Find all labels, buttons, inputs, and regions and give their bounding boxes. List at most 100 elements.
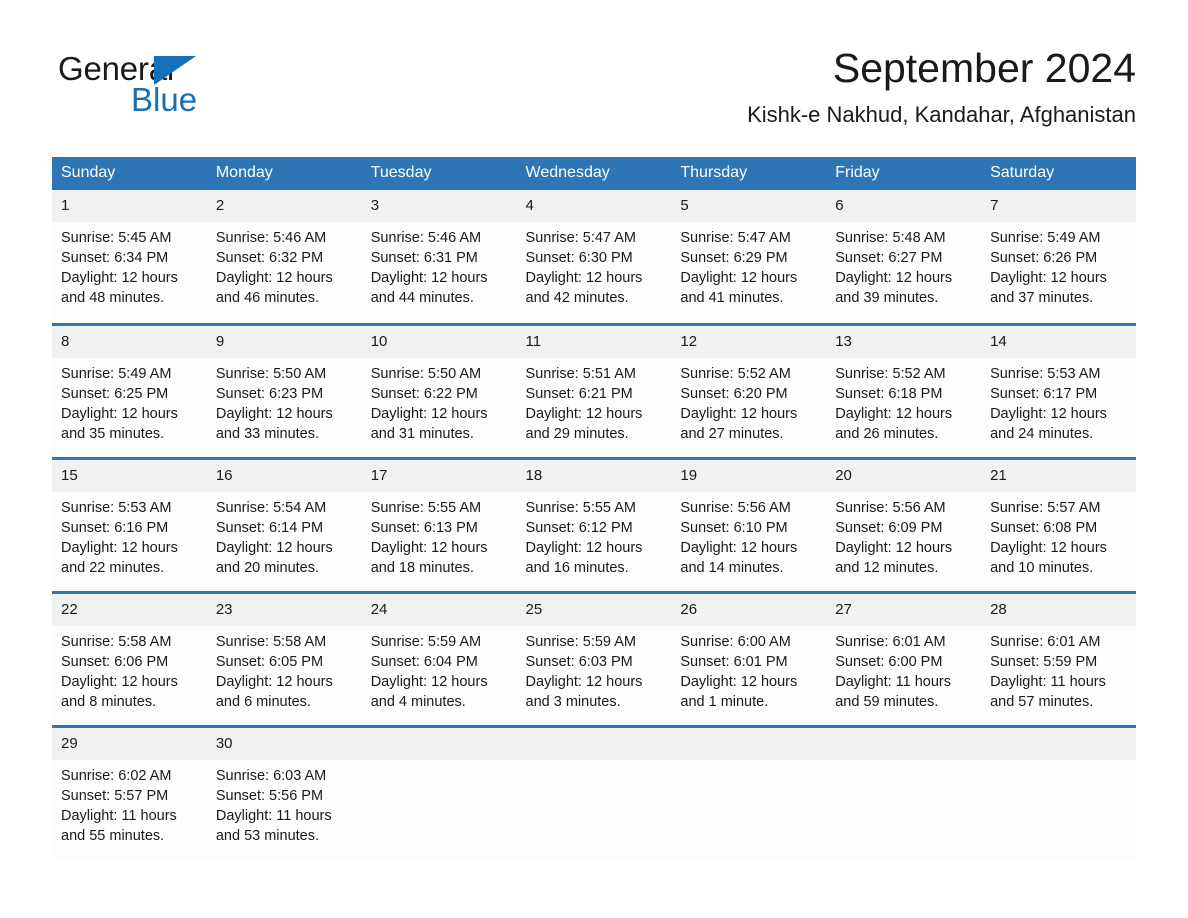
day-cell[interactable]: 9 Sunrise: 5:50 AM Sunset: 6:23 PM Dayli… [206, 322, 362, 458]
day-info: Sunrise: 5:47 AM Sunset: 6:29 PM Dayligh… [671, 222, 826, 308]
daylight-text-line1: Daylight: 12 hours [215, 673, 333, 690]
day-cell[interactable]: 20 Sunrise: 5:56 AM Sunset: 6:09 PM Dayl… [826, 456, 982, 592]
day-info: Sunrise: 5:46 AM Sunset: 6:31 PM Dayligh… [362, 222, 517, 308]
day-info [981, 760, 1136, 766]
calendar-week-row: 22 Sunrise: 5:58 AM Sunset: 6:06 PM Dayl… [52, 590, 1136, 726]
day-cell[interactable]: 22 Sunrise: 5:58 AM Sunset: 6:06 PM Dayl… [52, 590, 207, 726]
day-cell[interactable]: 29 Sunrise: 6:02 AM Sunset: 5:57 PM Dayl… [52, 724, 207, 860]
logo-text-blue: Blue [131, 81, 198, 118]
day-cell[interactable]: 18 Sunrise: 5:55 AM Sunset: 6:12 PM Dayl… [516, 456, 672, 592]
day-cell[interactable]: 12 Sunrise: 5:52 AM Sunset: 6:20 PM Dayl… [671, 322, 827, 458]
day-number: 2 [206, 190, 362, 222]
daylight-text-line2: and 16 minutes. [525, 559, 629, 576]
day-info: Sunrise: 5:58 AM Sunset: 6:06 PM Dayligh… [52, 626, 207, 712]
day-cell[interactable]: 19 Sunrise: 5:56 AM Sunset: 6:10 PM Dayl… [671, 456, 827, 592]
sunrise-text: Sunrise: 5:47 AM [525, 230, 636, 246]
daylight-text-line1: Daylight: 12 hours [990, 539, 1107, 556]
day-cell[interactable]: 4 Sunrise: 5:47 AM Sunset: 6:30 PM Dayli… [516, 190, 672, 324]
day-cell[interactable]: 17 Sunrise: 5:55 AM Sunset: 6:13 PM Dayl… [361, 456, 517, 592]
calendar-page: General Blue September 2024 Kishk-e Nakh… [0, 0, 1188, 918]
sunrise-text: Sunrise: 5:49 AM [61, 365, 172, 382]
day-number: 6 [826, 190, 982, 222]
title-block: September 2024 Kishk-e Nakhud, Kandahar,… [747, 44, 1136, 128]
daylight-text-line1: Daylight: 11 hours [990, 673, 1106, 690]
day-cell[interactable]: 16 Sunrise: 5:54 AM Sunset: 6:14 PM Dayl… [206, 456, 362, 592]
day-cell[interactable]: 15 Sunrise: 5:53 AM Sunset: 6:16 PM Dayl… [52, 456, 207, 592]
day-info: Sunrise: 5:53 AM Sunset: 6:16 PM Dayligh… [52, 492, 207, 578]
sunset-text: Sunset: 6:09 PM [835, 519, 943, 536]
day-cell[interactable]: 26 Sunrise: 6:00 AM Sunset: 6:01 PM Dayl… [671, 590, 827, 726]
day-info [362, 760, 517, 766]
sunset-text: Sunset: 6:32 PM [215, 250, 324, 266]
weekday-header-tuesday: Tuesday [361, 157, 517, 190]
day-info: Sunrise: 6:01 AM Sunset: 6:00 PM Dayligh… [826, 626, 981, 712]
day-cell[interactable]: 7 Sunrise: 5:49 AM Sunset: 6:26 PM Dayli… [981, 190, 1136, 324]
day-cell[interactable]: 30 Sunrise: 6:03 AM Sunset: 5:56 PM Dayl… [206, 724, 362, 860]
day-cell[interactable]: 13 Sunrise: 5:52 AM Sunset: 6:18 PM Dayl… [826, 322, 982, 458]
sunrise-text: Sunrise: 5:52 AM [680, 365, 791, 382]
sunrise-text: Sunrise: 5:58 AM [61, 633, 172, 650]
sunrise-text: Sunrise: 5:56 AM [835, 499, 946, 516]
calendar-head: Sunday Monday Tuesday Wednesday Thursday… [52, 157, 1136, 190]
day-cell[interactable]: 1 Sunrise: 5:45 AM Sunset: 6:34 PM Dayli… [52, 190, 207, 324]
day-number: 18 [516, 459, 672, 492]
page-title: September 2024 [832, 45, 1136, 91]
day-number: 8 [52, 325, 207, 358]
daylight-text-line1: Daylight: 12 hours [525, 405, 643, 422]
daylight-text-line1: Daylight: 12 hours [680, 673, 798, 690]
weekday-header-friday: Friday [826, 157, 982, 190]
general-blue-logo: General Blue [58, 52, 318, 124]
day-cell[interactable]: 2 Sunrise: 5:46 AM Sunset: 6:32 PM Dayli… [206, 190, 362, 324]
sunset-text: Sunset: 6:30 PM [525, 250, 633, 266]
day-number: 23 [206, 593, 362, 626]
sunrise-text: Sunrise: 6:03 AM [215, 767, 327, 784]
day-info: Sunrise: 5:50 AM Sunset: 6:23 PM Dayligh… [207, 358, 362, 444]
day-info: Sunrise: 5:55 AM Sunset: 6:12 PM Dayligh… [517, 492, 672, 578]
day-number: 5 [671, 190, 827, 222]
daylight-text-line2: and 4 minutes. [370, 693, 466, 710]
day-number [361, 727, 517, 760]
day-number: 11 [516, 325, 672, 358]
sunset-text: Sunset: 6:18 PM [835, 385, 943, 402]
day-cell[interactable]: 24 Sunrise: 5:59 AM Sunset: 6:04 PM Dayl… [361, 590, 517, 726]
calendar-container: Sunday Monday Tuesday Wednesday Thursday… [52, 157, 1136, 860]
day-number: 14 [981, 325, 1136, 358]
day-cell[interactable]: 25 Sunrise: 5:59 AM Sunset: 6:03 PM Dayl… [516, 590, 672, 726]
sunrise-text: Sunrise: 5:54 AM [215, 499, 327, 516]
day-cell[interactable]: 28 Sunrise: 6:01 AM Sunset: 5:59 PM Dayl… [981, 590, 1136, 726]
day-number: 13 [826, 325, 982, 358]
sunrise-text: Sunrise: 5:47 AM [680, 230, 791, 246]
day-info: Sunrise: 5:56 AM Sunset: 6:09 PM Dayligh… [826, 492, 981, 578]
day-cell[interactable]: 10 Sunrise: 5:50 AM Sunset: 6:22 PM Dayl… [361, 322, 517, 458]
day-cell[interactable]: 27 Sunrise: 6:01 AM Sunset: 6:00 PM Dayl… [826, 590, 982, 726]
day-cell[interactable]: 11 Sunrise: 5:51 AM Sunset: 6:21 PM Dayl… [516, 322, 672, 458]
day-cell[interactable]: 8 Sunrise: 5:49 AM Sunset: 6:25 PM Dayli… [52, 322, 207, 458]
daylight-text-line2: and 12 minutes. [835, 559, 939, 576]
daylight-text-line2: and 53 minutes. [215, 827, 320, 844]
day-number: 19 [671, 459, 827, 492]
daylight-text-line1: Daylight: 12 hours [680, 405, 798, 422]
daylight-text-line2: and 1 minute. [680, 693, 769, 710]
daylight-text-line2: and 55 minutes. [61, 827, 165, 844]
day-number [516, 727, 672, 760]
day-cell[interactable]: 3 Sunrise: 5:46 AM Sunset: 6:31 PM Dayli… [361, 190, 517, 324]
day-cell[interactable]: 21 Sunrise: 5:57 AM Sunset: 6:08 PM Dayl… [981, 456, 1136, 592]
sunrise-text: Sunrise: 5:48 AM [835, 230, 946, 246]
day-cell[interactable]: 14 Sunrise: 5:53 AM Sunset: 6:17 PM Dayl… [981, 322, 1136, 458]
daylight-text-line2: and 31 minutes. [370, 425, 474, 442]
daylight-text-line2: and 10 minutes. [990, 559, 1094, 576]
sunset-text: Sunset: 6:22 PM [370, 385, 478, 402]
day-cell[interactable]: 6 Sunrise: 5:48 AM Sunset: 6:27 PM Dayli… [826, 190, 982, 324]
day-cell[interactable]: 5 Sunrise: 5:47 AM Sunset: 6:29 PM Dayli… [671, 190, 827, 324]
day-number: 9 [206, 325, 362, 358]
sunrise-text: Sunrise: 5:56 AM [680, 499, 791, 516]
daylight-text-line2: and 26 minutes. [835, 425, 939, 442]
daylight-text-line1: Daylight: 12 hours [835, 270, 953, 286]
day-number: 20 [826, 459, 982, 492]
day-info: Sunrise: 5:51 AM Sunset: 6:21 PM Dayligh… [517, 358, 672, 444]
day-cell[interactable]: 23 Sunrise: 5:58 AM Sunset: 6:05 PM Dayl… [206, 590, 362, 726]
day-info [671, 760, 826, 766]
daylight-text-line2: and 41 minutes. [680, 290, 784, 306]
sunset-text: Sunset: 6:03 PM [525, 653, 633, 670]
daylight-text-line2: and 22 minutes. [61, 559, 165, 576]
